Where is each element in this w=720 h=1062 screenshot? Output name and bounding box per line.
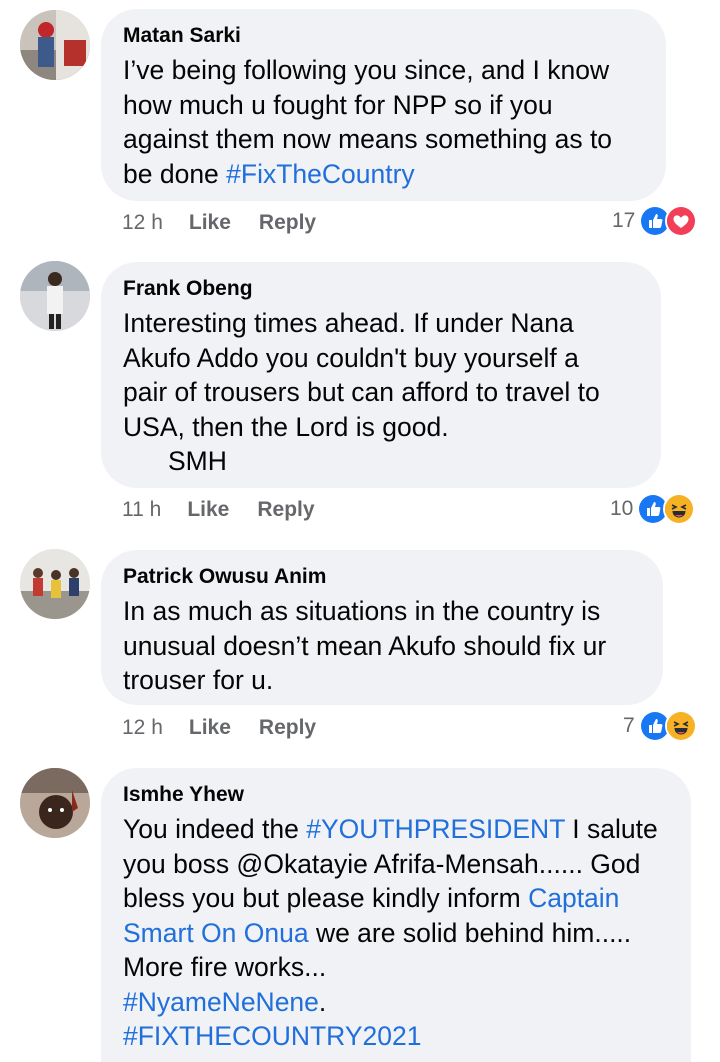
hashtag-link[interactable]: #YOUTHPRESIDENT [306,814,565,844]
comment-line: Smart On Onua we are solid behind him...… [123,916,671,951]
avatar[interactable] [20,261,90,331]
reply-button[interactable]: Reply [257,495,314,525]
avatar[interactable] [20,549,90,619]
comment-line-text: we are solid behind him..... [308,917,632,948]
timestamp[interactable]: 12 h [122,713,163,743]
comment-line-text: . [318,986,327,1017]
comment-line: against them now means something as to [123,124,613,154]
reaction-summary[interactable]: 10 [610,493,696,525]
author-name[interactable]: Matan Sarki [123,23,646,49]
comment-line: Akufo Addo you couldn't buy yourself a [123,342,579,373]
comment-line: #NyameNeNene. [123,985,671,1020]
comment-line-text: be done [123,158,227,189]
avatar[interactable] [20,768,90,838]
like-button[interactable]: Like [187,495,229,525]
comment-actions: 11 h Like Reply [122,495,315,525]
comment-text: Interesting times ahead. If under Nana A… [123,306,641,479]
comment-text: In as much as situations in the country … [123,594,643,698]
comment-bubble: Matan Sarki I’ve being following you sin… [101,9,666,201]
author-name[interactable]: Ismhe Yhew [123,782,671,808]
like-button[interactable]: Like [189,713,231,743]
profile-mention-link[interactable]: Captain [528,883,619,913]
hashtag-link[interactable]: #FixTheCountry [226,159,415,189]
hashtag-link[interactable]: #NyameNeNene [123,987,319,1017]
comment-line: Interesting times ahead. If under Nana [123,308,574,338]
comment-line: you boss @Okatayie Afrifa-Mensah...... G… [123,848,641,879]
comment-bubble: Frank Obeng Interesting times ahead. If … [101,262,661,488]
comment-actions: 12 h Like Reply [122,208,316,238]
comment-text: You indeed the #YOUTHPRESIDENT I salute … [123,812,671,1054]
haha-icon [663,493,696,525]
comment-line: trouser for u. [123,665,274,695]
reaction-count: 17 [612,209,636,232]
comment-line: USA, then the Lord is good. [123,411,449,442]
comment-line: pair of trousers but can afford to trave… [123,377,600,407]
comment-line: how much u fought for NPP so if you [123,89,553,120]
comment-text: I’ve being following you since, and I kn… [123,53,646,191]
comment-line-text: bless you but please kindly inform [123,883,529,913]
comment-line: More fire works... [123,952,327,982]
reaction-summary[interactable]: 7 [623,710,697,742]
comment-line: #FIXTHECOUNTRY2021 [123,1019,671,1054]
comment-line: You indeed the #YOUTHPRESIDENT I salute [123,812,671,847]
comment-line: I’ve being following you since, and I kn… [123,55,610,85]
author-name[interactable]: Patrick Owusu Anim [123,564,643,590]
reaction-count: 7 [623,714,635,737]
reply-button[interactable]: Reply [259,208,316,238]
haha-icon [664,710,697,742]
comment-line-text: I salute [564,814,658,844]
comment-line-text: You indeed the [123,814,307,844]
like-button[interactable]: Like [189,208,231,238]
comment-line: bless you but please kindly inform Capta… [123,881,671,916]
comment-line: unusual doesn’t mean Akufo should fix ur [123,630,607,661]
reply-button[interactable]: Reply [259,713,316,743]
comment-line: In as much as situations in the country … [123,596,601,626]
comment-bubble: Ismhe Yhew You indeed the #YOUTHPRESIDEN… [101,768,691,1062]
reaction-count: 10 [610,497,634,520]
author-name[interactable]: Frank Obeng [123,276,641,302]
comment-line: be done #FixTheCountry [123,157,646,192]
avatar[interactable] [20,10,90,80]
comment-line: SMH [168,446,227,476]
reaction-summary[interactable]: 17 [612,205,698,237]
love-icon [665,205,698,237]
comment-bubble: Patrick Owusu Anim In as much as situati… [101,550,663,705]
hashtag-link[interactable]: #FIXTHECOUNTRY2021 [123,1021,421,1051]
timestamp[interactable]: 12 h [122,208,163,238]
comment-actions: 12 h Like Reply [122,713,316,743]
profile-mention-link[interactable]: Smart On Onua [123,918,309,948]
timestamp[interactable]: 11 h [122,495,161,525]
